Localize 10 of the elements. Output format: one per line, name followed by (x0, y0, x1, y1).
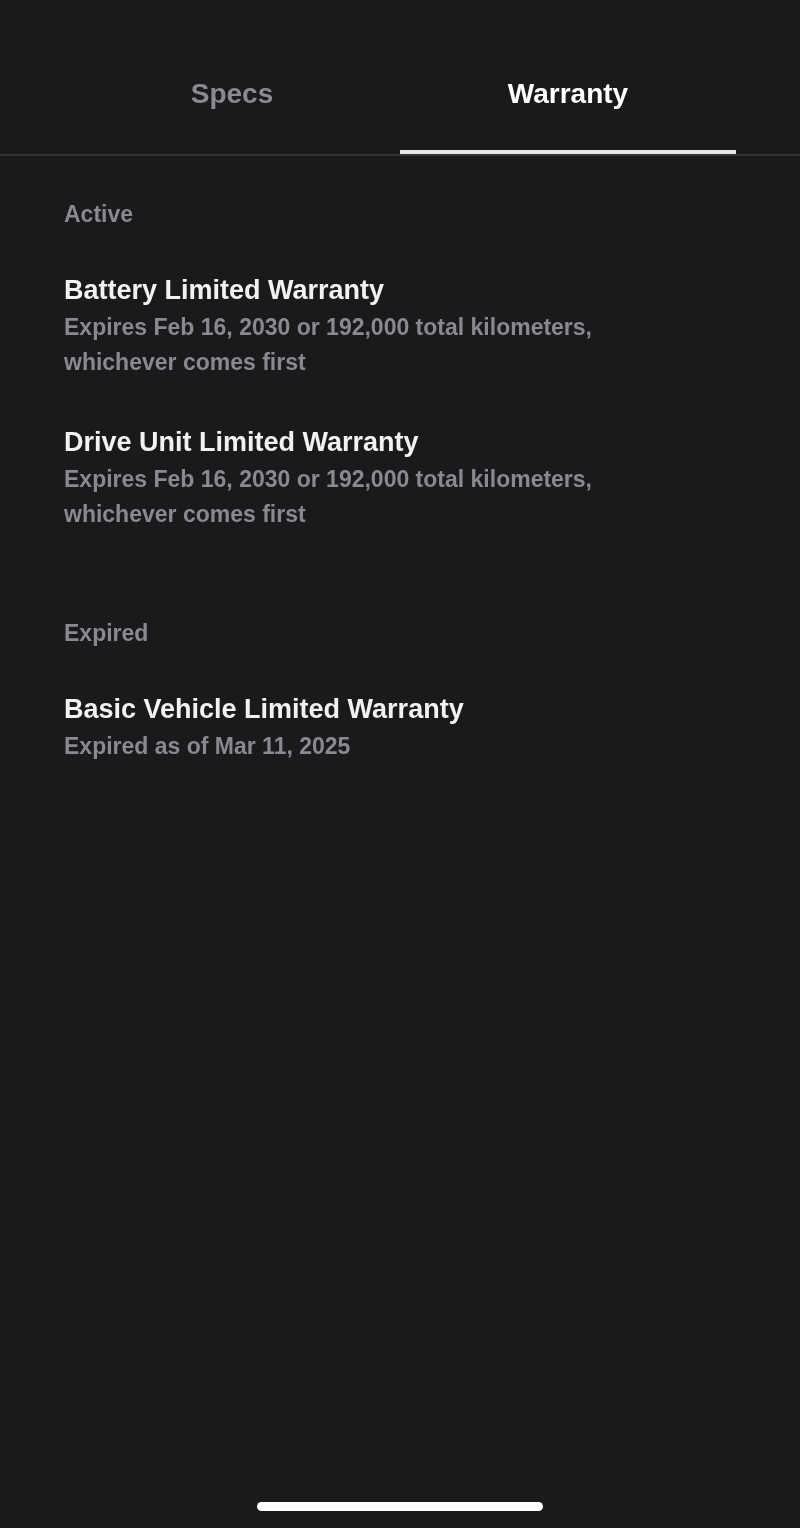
warranty-detail: Expires Feb 16, 2030 or 192,000 total kilometers, whichever comes first (64, 313, 593, 377)
warranty-detail: Expires Feb 16, 2030 or 192,000 total kilometers, whichever comes first (64, 465, 593, 529)
section-heading: Expired (64, 619, 150, 647)
tab[interactable]: Warranty (400, 0, 736, 154)
warranty-detail: Expired as of Mar 11, 2025 (64, 732, 352, 761)
warranty-title: Drive Unit Limited Warranty (64, 426, 420, 459)
tab[interactable]: Specs (64, 0, 400, 154)
section-heading: Active (64, 200, 135, 228)
warranty-title: Battery Limited Warranty (64, 274, 386, 307)
warranty-title: Basic Vehicle Limited Warranty (64, 693, 465, 726)
